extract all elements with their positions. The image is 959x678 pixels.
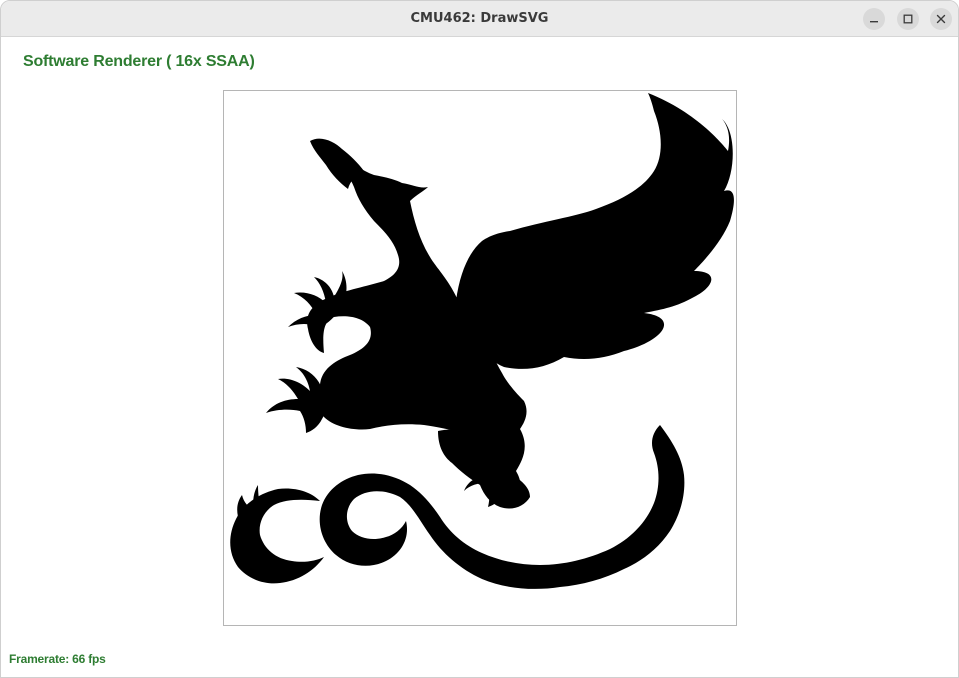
window-title: CMU462: DrawSVG bbox=[410, 11, 549, 26]
dragon-silhouette bbox=[230, 93, 734, 589]
title-bar[interactable]: CMU462: DrawSVG bbox=[1, 1, 958, 37]
dragon-claw-upper bbox=[288, 271, 347, 327]
close-icon bbox=[936, 14, 946, 24]
render-canvas[interactable] bbox=[223, 90, 737, 626]
app-window: CMU462: DrawSVG Software Renderer ( 16x … bbox=[0, 0, 959, 678]
maximize-icon bbox=[903, 14, 913, 24]
dragon-wing bbox=[456, 93, 734, 369]
minimize-button[interactable] bbox=[863, 8, 885, 30]
framerate-label: Framerate: 66 fps bbox=[9, 652, 106, 666]
close-button[interactable] bbox=[930, 8, 952, 30]
dragon-claw-lower bbox=[266, 367, 327, 433]
minimize-icon bbox=[870, 21, 878, 23]
maximize-button[interactable] bbox=[897, 8, 919, 30]
renderer-label: Software Renderer ( 16x SSAA) bbox=[23, 53, 255, 70]
